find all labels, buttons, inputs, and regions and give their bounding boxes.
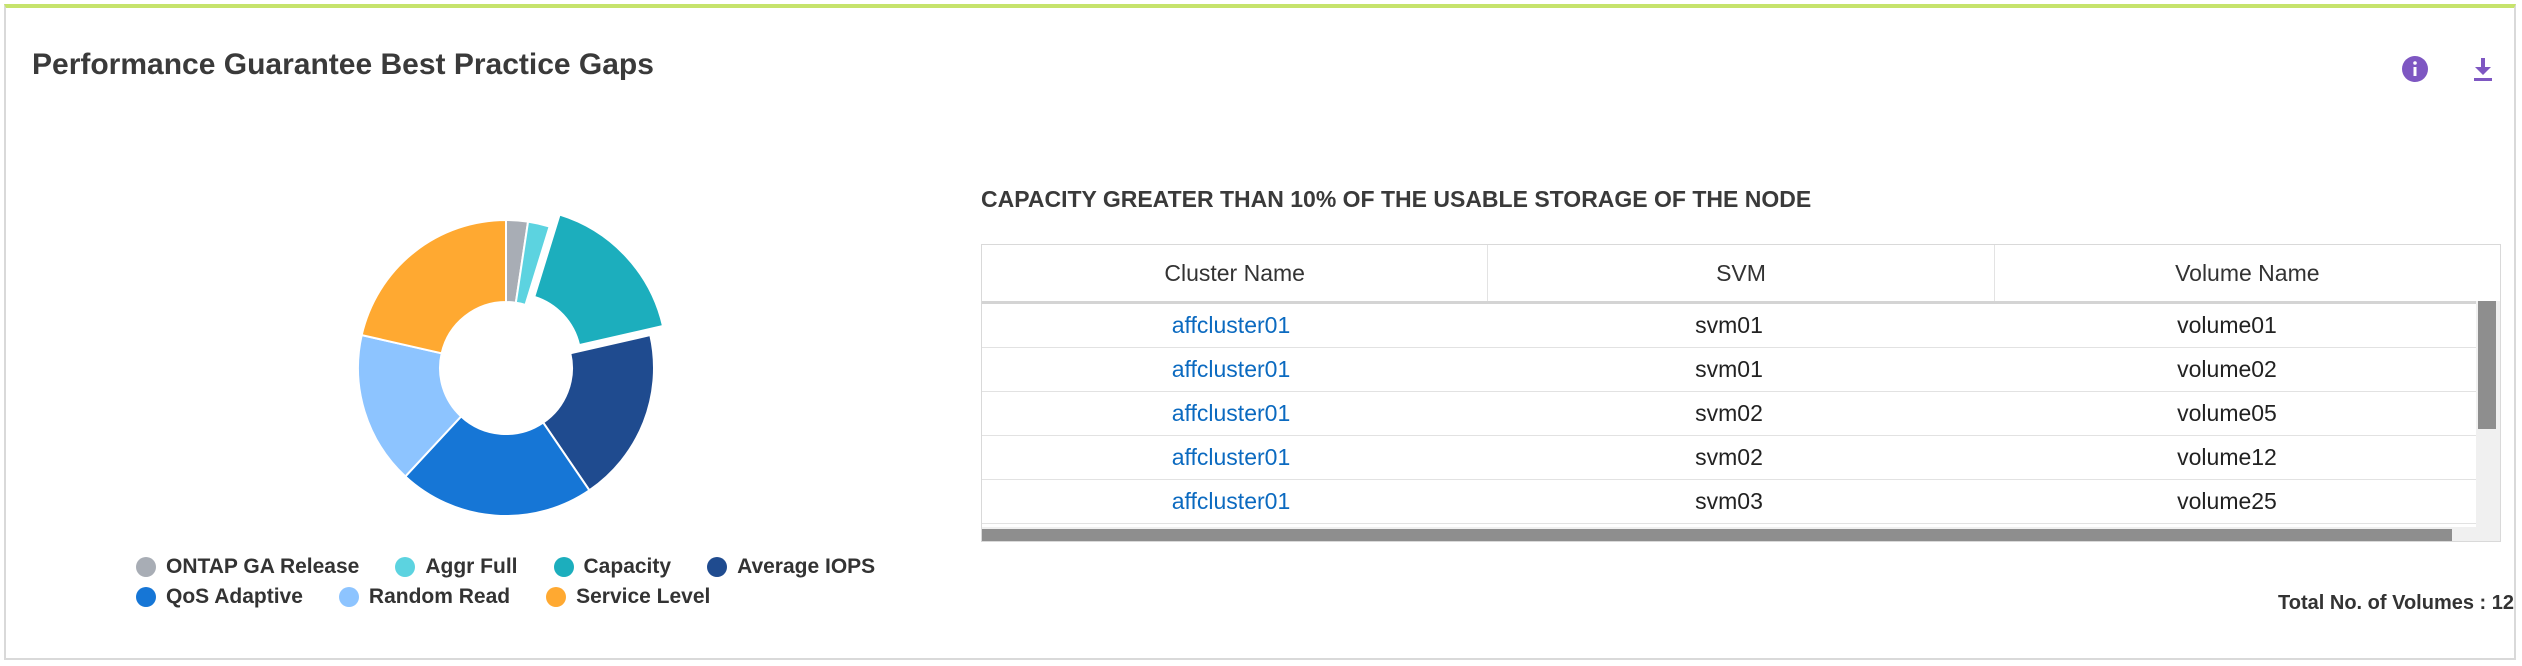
legend-swatch	[707, 557, 728, 577]
legend-item[interactable]: ONTAP GA Release	[136, 556, 359, 578]
donut-chart-container	[336, 198, 676, 543]
legend-swatch	[136, 557, 156, 577]
volume-name-cell: volume25	[2177, 488, 2277, 514]
svm-cell: svm02	[1695, 400, 1763, 426]
svm-cell: svm02	[1695, 444, 1763, 470]
detail-title: CAPACITY GREATER THAN 10% OF THE USABLE …	[981, 186, 1812, 212]
legend-swatch	[395, 557, 416, 577]
table-body: affcluster01 svm01 volume01 affcluster01…	[982, 304, 2476, 524]
legend-item[interactable]: Aggr Full	[395, 555, 518, 578]
legend-swatch	[136, 587, 156, 607]
legend-item[interactable]: Service Level	[546, 586, 710, 608]
vertical-scrollbar-thumb[interactable]	[2478, 301, 2496, 429]
cluster-name-link[interactable]: affcluster01	[982, 436, 1480, 479]
donut-slice-service-level[interactable]	[360, 218, 507, 355]
volume-name-cell: volume12	[2177, 444, 2277, 470]
table-row: affcluster01 svm01 volume01	[982, 304, 2476, 348]
table-row: affcluster01 svm01 volume02	[982, 348, 2476, 392]
legend-label: Average IOPS	[737, 555, 876, 578]
volume-name-cell: volume02	[2177, 356, 2277, 382]
donut-chart	[357, 213, 665, 517]
column-header-volume-name[interactable]: Volume Name	[1995, 245, 2500, 301]
volume-name-cell: volume01	[2177, 312, 2277, 338]
legend-label: Random Read	[368, 585, 511, 608]
column-header-svm[interactable]: SVM	[1488, 245, 1995, 301]
volume-name-cell: volume05	[2177, 400, 2277, 426]
table-header: Cluster Name SVM Volume Name	[982, 245, 2500, 304]
volumes-table: Cluster Name SVM Volume Name affcluster0…	[981, 244, 2501, 542]
horizontal-scrollbar-thumb[interactable]	[982, 529, 2452, 541]
legend-swatch	[546, 587, 567, 607]
legend-swatch	[553, 557, 574, 577]
donut-slice-capacity[interactable]	[532, 213, 665, 347]
download-icon[interactable]	[2466, 52, 2500, 86]
info-icon[interactable]	[2398, 52, 2432, 86]
legend-label: Capacity	[583, 555, 672, 578]
legend-swatch	[338, 587, 359, 607]
legend-item[interactable]: Capacity	[553, 555, 672, 578]
table-row: affcluster01 svm03 volume25	[982, 480, 2476, 524]
cluster-name-link[interactable]: affcluster01	[982, 480, 1480, 523]
table-row: affcluster01 svm02 volume05	[982, 392, 2476, 436]
chart-legend: ONTAP GA Release Aggr Full Capacity Average…	[136, 556, 896, 608]
svm-cell: svm01	[1695, 356, 1763, 382]
svm-cell: svm03	[1695, 488, 1763, 514]
legend-label: Aggr Full	[425, 555, 518, 578]
card-title: Performance Guarantee Best Practice Gaps	[32, 48, 654, 81]
cluster-name-link[interactable]: affcluster01	[982, 348, 1480, 391]
legend-label: ONTAP GA Release	[166, 555, 360, 578]
best-practice-gaps-card: Performance Guarantee Best Practice Gaps…	[4, 4, 2516, 660]
legend-label: QoS Adaptive	[166, 585, 303, 608]
total-volumes-count: Total No. of Volumes : 12	[2278, 592, 2514, 614]
legend-item[interactable]: QoS Adaptive	[136, 586, 303, 608]
column-header-cluster-name[interactable]: Cluster Name	[982, 245, 1489, 301]
cluster-name-link[interactable]: affcluster01	[982, 304, 1480, 347]
table-row: affcluster01 svm02 volume12	[982, 436, 2476, 480]
legend-item[interactable]: Average IOPS	[707, 556, 875, 578]
legend-item[interactable]: Random Read	[338, 585, 511, 608]
cluster-name-link[interactable]: affcluster01	[982, 392, 1480, 435]
legend-label: Service Level	[576, 585, 711, 608]
svm-cell: svm01	[1695, 312, 1763, 338]
